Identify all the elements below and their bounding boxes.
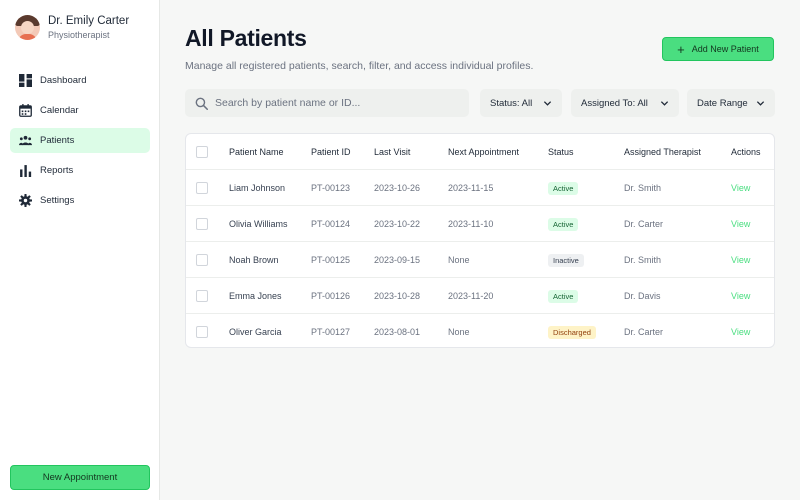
next-appointment: 2023-11-10 (448, 219, 494, 229)
status-filter[interactable]: Status: All (480, 89, 562, 117)
status-badge: Discharged (548, 325, 596, 339)
sidebar-item-label: Settings (40, 195, 75, 206)
status-filter-label: Status: All (490, 97, 533, 109)
assigned-therapist: Dr. Carter (624, 219, 664, 229)
patients-icon (18, 134, 32, 148)
next-appointment: 2023-11-15 (448, 183, 494, 193)
patient-name: Noah Brown (229, 255, 279, 265)
table-row[interactable]: Emma Jones PT-00126 2023-10-28 2023-11-2… (186, 278, 774, 314)
add-new-patient-button[interactable]: + Add New Patient (662, 37, 774, 61)
row-checkbox[interactable] (196, 254, 208, 266)
row-checkbox[interactable] (196, 326, 208, 338)
user-profile[interactable]: Dr. Emily Carter Physiotherapist (15, 15, 129, 40)
last-visit: 2023-10-28 (374, 291, 421, 301)
patient-name: Emma Jones (229, 291, 282, 301)
assigned-therapist: Dr. Davis (624, 291, 661, 301)
patients-table: Patient Name Patient ID Last Visit Next … (185, 133, 775, 348)
gear-icon (18, 194, 32, 208)
add-new-patient-label: Add New Patient (691, 44, 759, 54)
bar-chart-icon (18, 164, 32, 178)
sidebar-item-reports[interactable]: Reports (10, 158, 150, 183)
sidebar-item-patients[interactable]: Patients (10, 128, 150, 153)
date-range-filter[interactable]: Date Range (687, 89, 775, 117)
last-visit: 2023-09-15 (374, 255, 421, 265)
new-appointment-button[interactable]: New Appointment (10, 465, 150, 490)
row-checkbox[interactable] (196, 182, 208, 194)
sidebar-item-dashboard[interactable]: Dashboard (10, 68, 150, 93)
column-header-last-visit[interactable]: Last Visit (374, 134, 410, 170)
next-appointment: None (448, 327, 470, 337)
patient-id: PT-00124 (311, 219, 351, 229)
sidebar-item-label: Reports (40, 165, 74, 176)
select-all-checkbox[interactable] (196, 146, 208, 158)
assigned-to-filter[interactable]: Assigned To: All (571, 89, 679, 117)
status-badge: Active (548, 217, 579, 231)
next-appointment: 2023-11-20 (448, 291, 494, 301)
patient-id: PT-00123 (311, 183, 351, 193)
column-header-assigned-therapist[interactable]: Assigned Therapist (624, 134, 701, 170)
assigned-therapist: Dr. Carter (624, 327, 664, 337)
view-link[interactable]: View (731, 206, 750, 242)
sidebar-item-label: Calendar (40, 105, 79, 116)
sidebar-item-settings[interactable]: Settings (10, 188, 150, 213)
patient-id: PT-00125 (311, 255, 351, 265)
table-header: Patient Name Patient ID Last Visit Next … (186, 134, 774, 170)
patient-name: Olivia Williams (229, 219, 288, 229)
sidebar-nav: Dashboard Calendar Patients Reports Sett… (10, 68, 150, 218)
search-bar[interactable] (185, 89, 469, 117)
column-header-actions: Actions (731, 147, 761, 157)
sidebar-item-calendar[interactable]: Calendar (10, 98, 150, 123)
plus-icon: + (677, 41, 685, 57)
sidebar: Dr. Emily Carter Physiotherapist Dashboa… (0, 0, 160, 500)
view-link[interactable]: View (731, 242, 750, 278)
patient-name: Liam Johnson (229, 183, 286, 193)
next-appointment: None (448, 255, 470, 265)
date-range-filter-label: Date Range (697, 97, 748, 109)
view-link[interactable]: View (731, 170, 750, 206)
table-row[interactable]: Olivia Williams PT-00124 2023-10-22 2023… (186, 206, 774, 242)
table-row[interactable]: Liam Johnson PT-00123 2023-10-26 2023-11… (186, 170, 774, 206)
last-visit: 2023-10-22 (374, 219, 421, 229)
avatar (15, 15, 40, 40)
column-header-patient-id[interactable]: Patient ID (311, 134, 351, 170)
profile-name: Dr. Emily Carter (48, 15, 130, 27)
table-row[interactable]: Noah Brown PT-00125 2023-09-15 None Inac… (186, 242, 774, 278)
last-visit: 2023-08-01 (374, 327, 421, 337)
assigned-therapist: Dr. Smith (624, 183, 662, 193)
profile-role: Physiotherapist (48, 30, 110, 40)
page-subtitle: Manage all registered patients, search, … (185, 60, 534, 72)
calendar-icon (18, 104, 32, 118)
patient-name: Oliver Garcia (229, 327, 282, 337)
search-icon (195, 97, 208, 110)
sidebar-item-label: Patients (40, 135, 75, 146)
status-badge: Active (548, 289, 579, 303)
last-visit: 2023-10-26 (374, 183, 421, 193)
chevron-down-icon (543, 100, 552, 106)
status-badge: Active (548, 181, 579, 195)
patient-id: PT-00126 (311, 291, 351, 301)
status-badge: Inactive (548, 253, 584, 267)
search-input[interactable] (215, 97, 455, 109)
assigned-to-filter-label: Assigned To: All (581, 97, 648, 109)
row-checkbox[interactable] (196, 218, 208, 230)
dashboard-icon (18, 74, 32, 88)
column-header-next-appointment[interactable]: Next Appointment (448, 134, 519, 170)
patient-id: PT-00127 (311, 327, 351, 337)
view-link[interactable]: View (731, 314, 750, 347)
view-link[interactable]: View (731, 278, 750, 314)
table-row[interactable]: Oliver Garcia PT-00127 2023-08-01 None D… (186, 314, 774, 347)
column-header-patient-name[interactable]: Patient Name (229, 134, 284, 170)
page-title: All Patients (185, 25, 307, 51)
chevron-down-icon (756, 100, 765, 106)
column-header-status[interactable]: Status (548, 134, 574, 170)
assigned-therapist: Dr. Smith (624, 255, 662, 265)
sidebar-item-label: Dashboard (40, 75, 87, 86)
chevron-down-icon (660, 100, 669, 106)
row-checkbox[interactable] (196, 290, 208, 302)
